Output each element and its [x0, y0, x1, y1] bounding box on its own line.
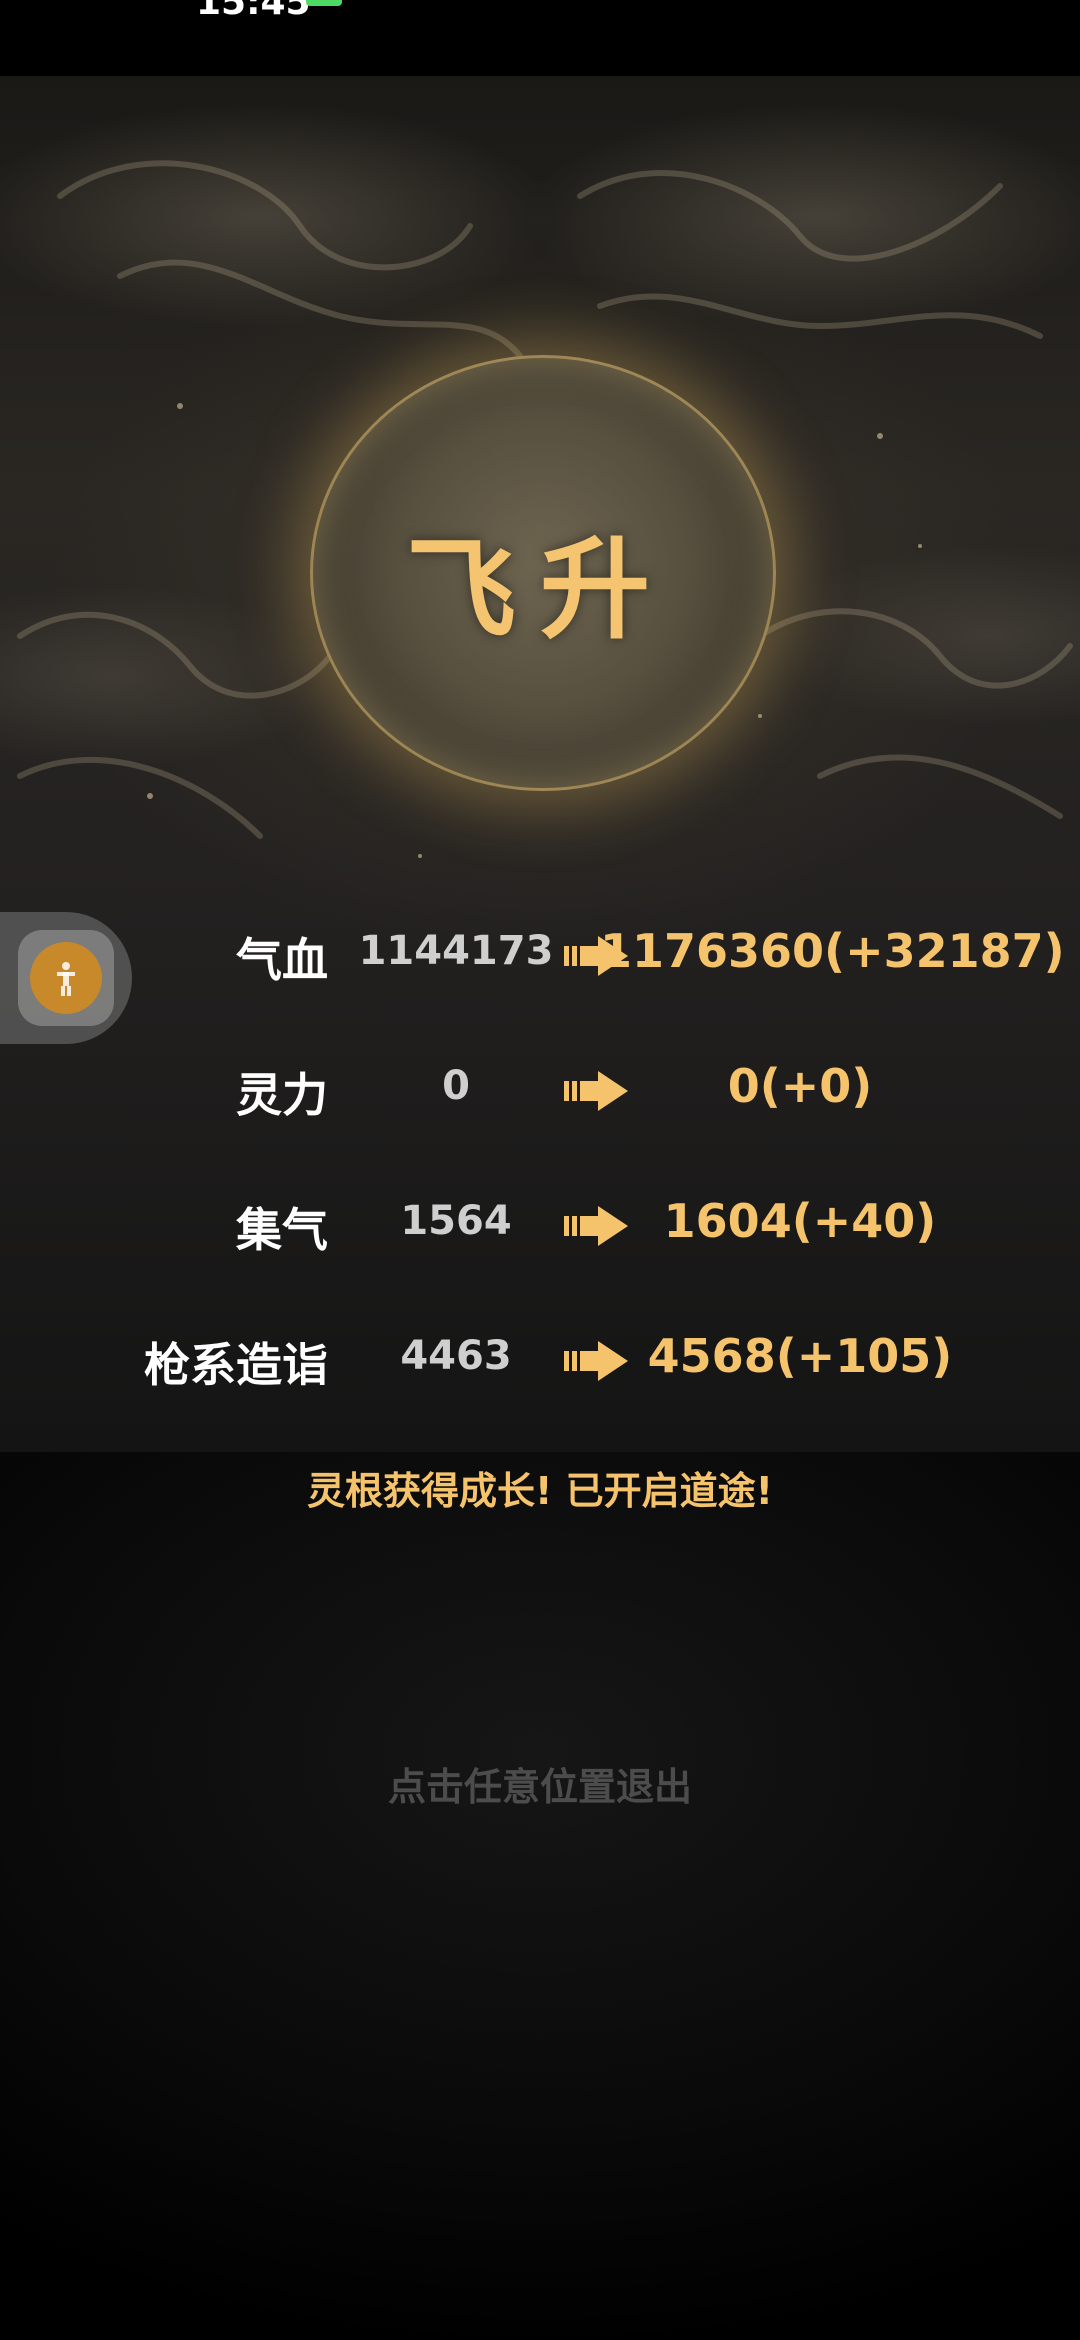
- stat-new-value: 4568(+105): [647, 1329, 953, 1383]
- floating-button-inner: [18, 930, 114, 1026]
- stat-row-hp: 气血 1144173 1176360(+32187): [0, 914, 1080, 994]
- accessibility-icon: [30, 942, 102, 1014]
- stat-row-qi: 集气 1564 1604(+40): [0, 1184, 1080, 1264]
- stat-old-value: 4463: [400, 1333, 512, 1379]
- battery-saver-indicator: [306, 0, 342, 6]
- status-icons: [800, 0, 1030, 4]
- page-title: 飞升: [406, 525, 674, 654]
- stat-old-value: 0: [442, 1063, 470, 1109]
- status-bar: 15:45: [0, 0, 1080, 76]
- stat-label: 灵力: [236, 1068, 328, 1122]
- stat-new-value: 1176360(+32187): [600, 924, 1065, 978]
- stat-row-spear-mastery: 枪系造诣 4463 4568(+105): [0, 1319, 1080, 1399]
- bottom-background: [0, 1452, 1080, 2340]
- stat-old-value: 1144173: [358, 928, 554, 974]
- ascension-screen[interactable]: 15:45 飞升 气血 1144173 1176360(+32187) 灵力 0…: [0, 0, 1080, 2340]
- stat-new-value: 0(+0): [727, 1059, 873, 1113]
- stat-label: 气血: [236, 933, 328, 987]
- stat-label: 集气: [236, 1203, 328, 1257]
- stat-row-mp: 灵力 0 0(+0): [0, 1049, 1080, 1129]
- floating-assistant-button[interactable]: [0, 912, 132, 1044]
- stat-old-value: 1564: [400, 1198, 512, 1244]
- exit-hint[interactable]: 点击任意位置退出: [0, 1756, 1080, 1811]
- growth-message: 灵根获得成长! 已开启道途!: [307, 1469, 773, 1513]
- stat-label: 枪系造诣: [144, 1338, 328, 1392]
- status-time: 15:45: [196, 0, 311, 23]
- stat-new-value: 1604(+40): [663, 1194, 937, 1248]
